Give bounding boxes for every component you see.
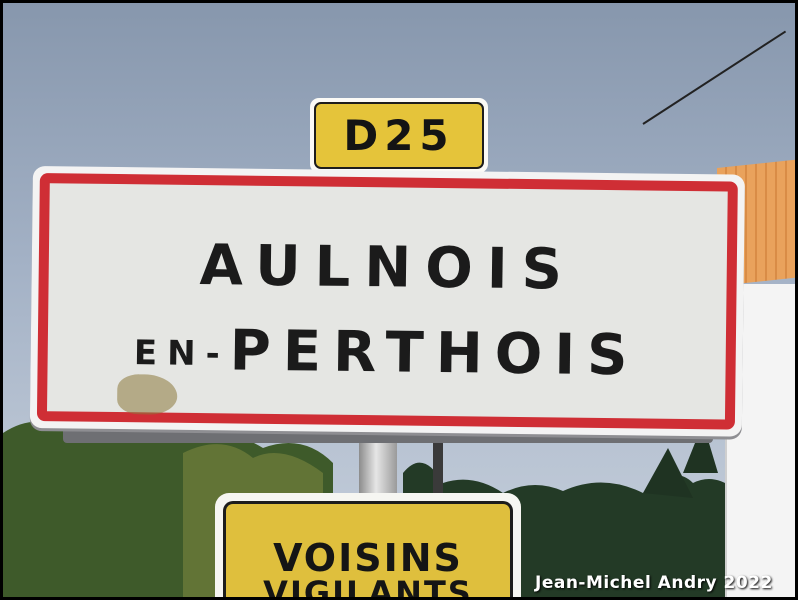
town-name-line1: AULNOIS — [199, 233, 577, 303]
watch-sign-line2: VIGILANTS — [263, 574, 473, 597]
neighbourhood-watch-sign: VOISINS VIGILANTS — [215, 493, 521, 597]
road-number-plate: D25 — [310, 98, 488, 173]
road-number: D25 — [343, 111, 455, 160]
neighbourhood-watch-sign-inner: VOISINS VIGILANTS — [223, 501, 513, 597]
photo-credit: Jean-Michel Andry 2022 — [535, 573, 773, 593]
town-sign-red-border: AULNOIS EN-PERTHOIS — [36, 173, 738, 430]
town-name-prefix: EN- — [133, 333, 230, 375]
town-name-line2: EN-PERTHOIS — [47, 316, 726, 389]
town-name-main: PERTHOIS — [229, 318, 640, 389]
road-number-plate-inner: D25 — [314, 102, 484, 169]
town-entry-sign: AULNOIS EN-PERTHOIS — [29, 166, 745, 437]
photo-frame: D25 AULNOIS EN-PERTHOIS VOISINS VIGILANT… — [3, 3, 795, 597]
